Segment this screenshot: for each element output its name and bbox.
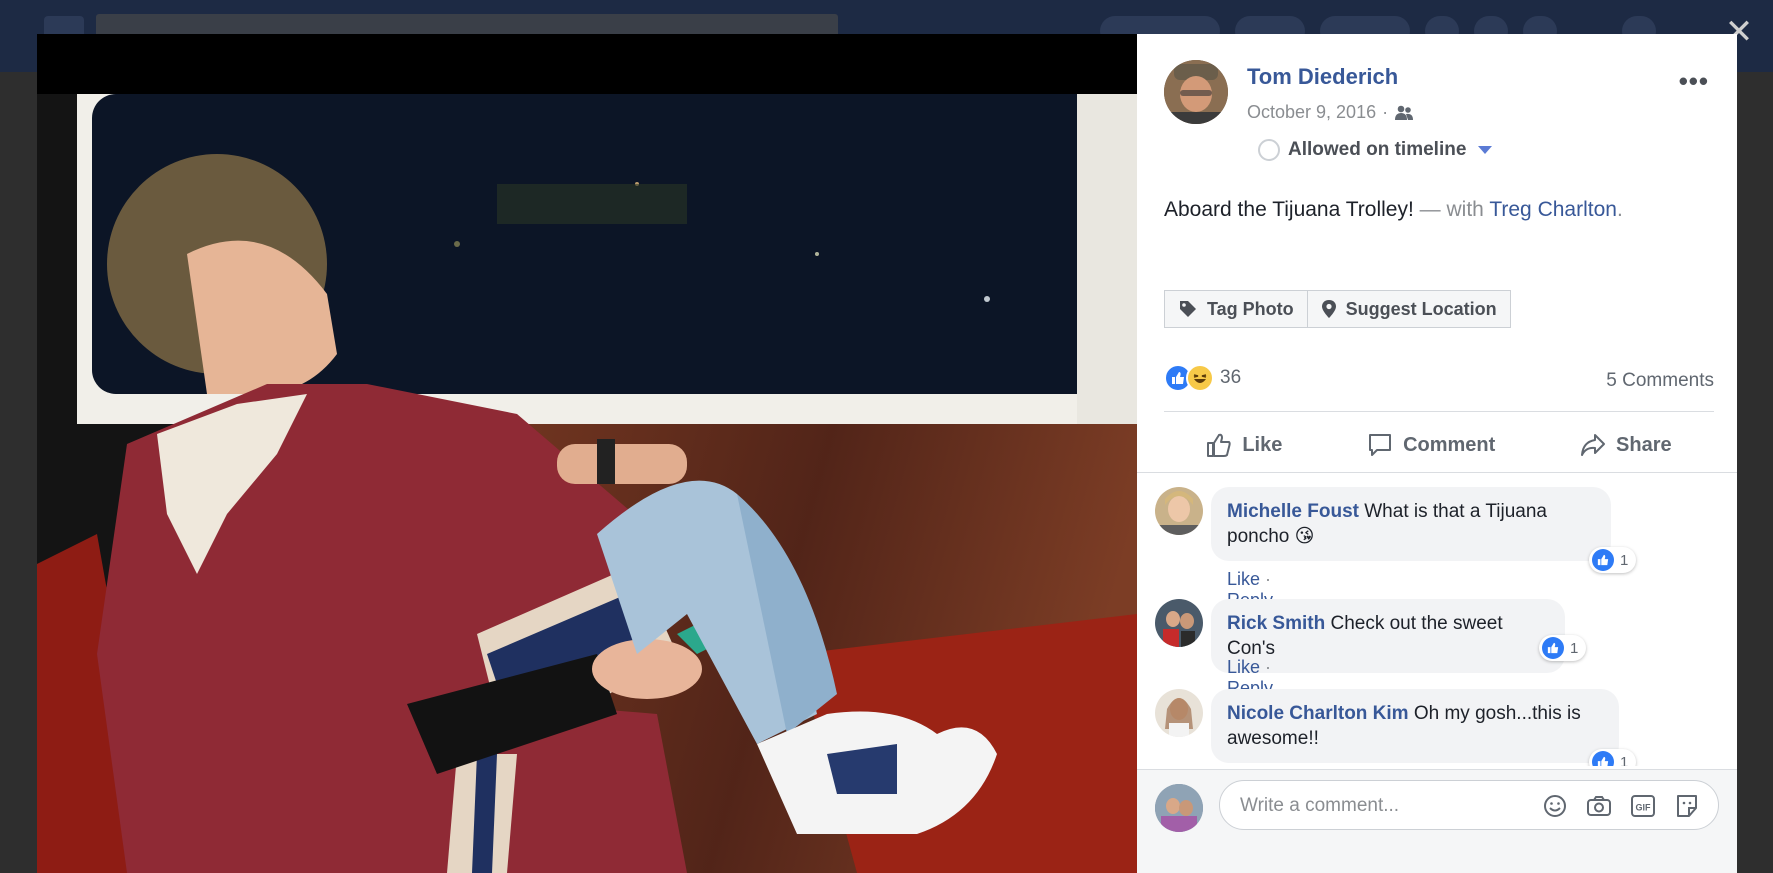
comment-reaction-badge[interactable]: 1 [1539,635,1587,661]
post-date[interactable]: October 9, 2016 [1247,102,1376,123]
share-arrow-icon [1581,434,1606,456]
tag-icon [1180,301,1196,317]
timeline-setting[interactable]: Allowed on timeline [1258,139,1493,161]
commenter-avatar[interactable] [1155,487,1203,535]
emoji-icon[interactable] [1542,793,1568,819]
tag-photo-button[interactable]: Tag Photo [1164,290,1308,328]
commenter-avatar[interactable] [1155,599,1203,647]
photo-tools: Tag Photo Suggest Location [1164,290,1511,328]
more-options-icon[interactable]: ••• [1679,66,1709,97]
svg-text:GIF: GIF [1636,803,1652,813]
sticker-icon[interactable] [1674,793,1700,819]
like-reaction-icon [1592,751,1614,766]
author-name[interactable]: Tom Diederich [1247,64,1398,90]
comment-bubble: Nicole Charlton Kim Oh my gosh...this is… [1211,689,1619,763]
commenter-name[interactable]: Rick Smith [1227,613,1325,634]
tag-photo-label: Tag Photo [1207,298,1294,319]
commenter-name[interactable]: Michelle Foust [1227,501,1359,522]
divider [1164,411,1714,412]
post-meta: October 9, 2016 · [1247,102,1414,123]
avatar-image [1164,60,1228,124]
commenter-name[interactable]: Nicole Charlton Kim [1227,703,1409,724]
reaction-icons [1164,364,1214,392]
photo-image [37,94,1137,873]
comment-like-link[interactable]: Like [1227,569,1260,589]
reaction-summary[interactable]: 36 [1164,364,1241,392]
comment-input[interactable]: Write a comment... GIF [1219,780,1719,830]
share-button[interactable]: Share [1580,432,1672,458]
comment-input-placeholder: Write a comment... [1240,795,1400,816]
comment-bubble-icon [1369,434,1392,456]
post-details-panel: Tom Diederich October 9, 2016 · ••• Allo… [1137,34,1737,873]
camera-icon[interactable] [1586,793,1612,819]
like-button[interactable]: Like [1206,432,1282,458]
meta-separator: · [1382,102,1389,122]
suggest-location-label: Suggest Location [1345,298,1497,319]
chevron-down-icon [1478,146,1493,154]
gif-icon[interactable]: GIF [1630,793,1656,819]
like-label: Like [1242,433,1283,456]
author-avatar[interactable] [1164,60,1228,124]
location-pin-icon [1321,300,1336,318]
comment-reaction-badge[interactable]: 1 [1589,547,1637,573]
comments-list[interactable]: Michelle Foust What is that a Tijuana po… [1137,472,1737,766]
commenter-avatar[interactable] [1155,689,1203,737]
thumbs-up-icon [1207,433,1232,457]
comment-reaction-badge[interactable]: 1 [1589,749,1637,767]
like-reaction-icon [1542,637,1564,659]
suggest-location-button[interactable]: Suggest Location [1307,290,1511,328]
caption-end: . [1616,198,1623,221]
reaction-count: 36 [1220,367,1242,388]
haha-reaction-icon [1186,364,1214,392]
photo-viewer[interactable] [37,34,1137,873]
timeline-label: Allowed on timeline [1288,139,1467,160]
lightbox-stage: ✕ Tom Diederich October 9, 2016 · ••• Al… [0,0,1773,873]
comment-button[interactable]: Comment [1367,432,1495,458]
timeline-radio[interactable] [1258,139,1280,161]
caption-text: Aboard the Tijuana Trolley! [1164,198,1414,221]
comment-reaction-count: 1 [1620,753,1629,767]
photo [37,94,1137,873]
comment-composer: Write a comment... GIF [1137,769,1737,873]
like-reaction-icon [1592,549,1614,571]
comment-reaction-count: 1 [1620,551,1629,569]
current-user-avatar[interactable] [1155,784,1203,832]
caption-with: — with [1419,198,1484,221]
post-actions: Like Comment Share [1164,419,1714,471]
tagged-friend-link[interactable]: Treg Charlton [1489,198,1617,221]
post-caption: Aboard the Tijuana Trolley! — with Treg … [1164,198,1623,222]
comment-like-link[interactable]: Like [1227,657,1260,677]
composer-tools: GIF [1542,793,1700,819]
comments-count[interactable]: 5 Comments [1606,370,1714,392]
comment-reaction-count: 1 [1570,639,1579,657]
comment-label: Comment [1403,433,1496,456]
comment-bubble: Michelle Foust What is that a Tijuana po… [1211,487,1611,561]
group-audience-icon[interactable] [1394,105,1414,121]
share-label: Share [1616,433,1672,456]
